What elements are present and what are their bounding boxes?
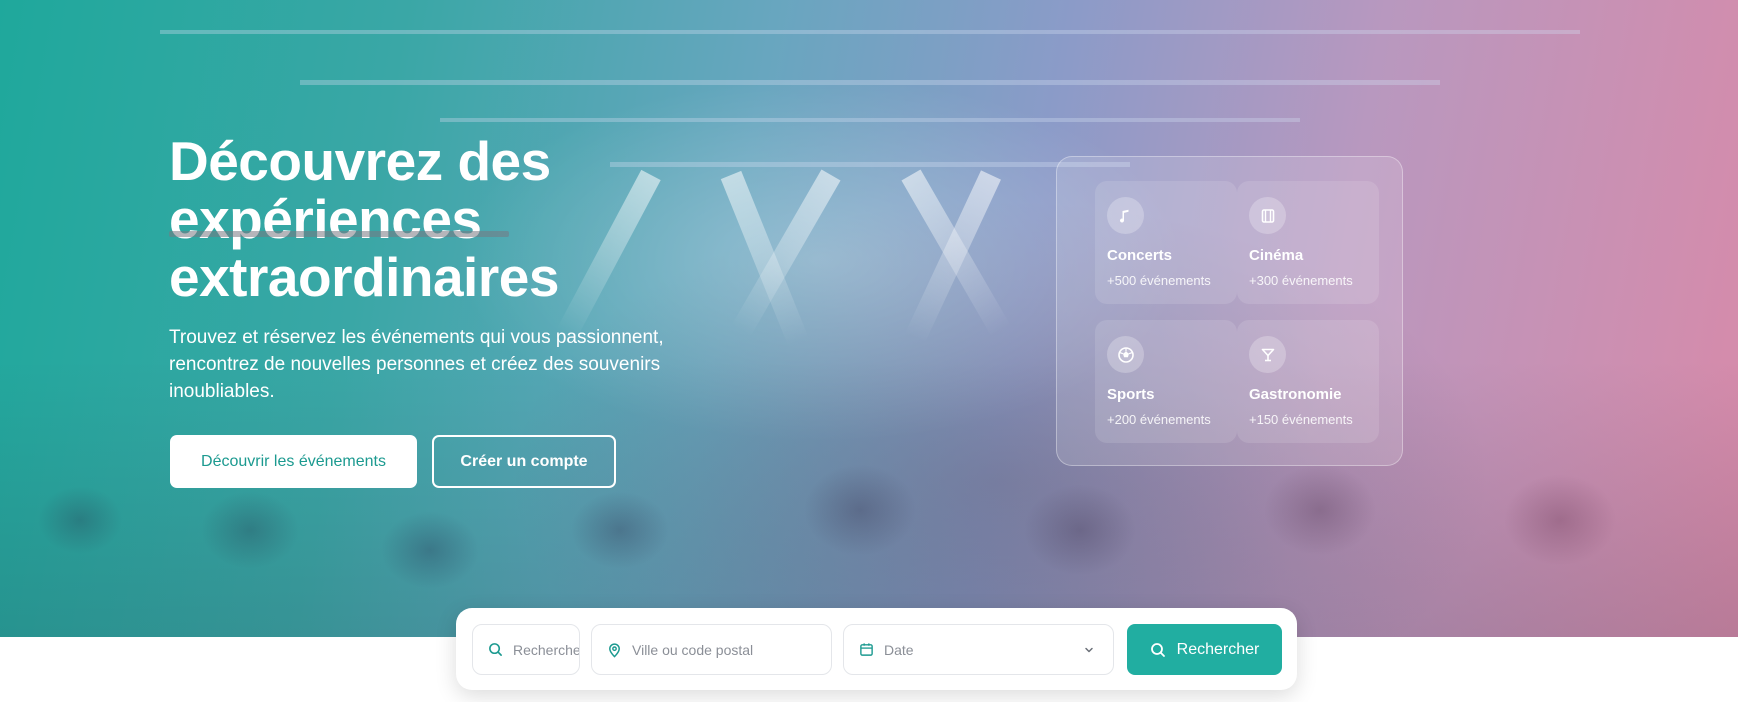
chevron-down-icon	[1083, 644, 1095, 656]
categories-panel: Concerts +500 événements Cinéma +300 évé…	[1056, 156, 1403, 466]
search-icon	[1150, 642, 1166, 658]
calendar-icon	[859, 642, 875, 658]
ball-icon	[1107, 336, 1144, 373]
category-name: Cinéma	[1249, 247, 1304, 264]
film-icon	[1249, 197, 1286, 234]
search-button[interactable]: Rechercher	[1127, 624, 1282, 675]
category-name: Concerts	[1107, 247, 1173, 264]
search-bar: Date Rechercher	[456, 608, 1297, 690]
search-icon	[488, 642, 504, 658]
hero-section: Découvrez des expériences extraordinaire…	[0, 0, 1738, 637]
create-account-button[interactable]: Créer un compte	[432, 435, 616, 488]
cocktail-glass-icon	[1249, 336, 1286, 373]
keyword-input[interactable]	[513, 641, 579, 658]
category-card-concerts[interactable]: Concerts +500 événements	[1095, 181, 1237, 304]
category-count: +500 événements	[1107, 273, 1211, 288]
category-count: +300 événements	[1249, 273, 1353, 288]
stage-truss	[440, 118, 1300, 122]
headline-line: expériences	[169, 188, 482, 250]
discover-events-button[interactable]: Découvrir les événements	[170, 435, 417, 488]
hero-headline: Découvrez des expériences extraordinaire…	[169, 132, 689, 306]
keyword-field[interactable]	[472, 624, 580, 675]
category-count: +200 événements	[1107, 412, 1211, 427]
map-pin-icon	[607, 642, 623, 658]
category-card-cinema[interactable]: Cinéma +300 événements	[1237, 181, 1379, 304]
category-count: +150 événements	[1249, 412, 1353, 427]
date-select-value: Date	[884, 641, 914, 658]
hero-subtitle: Trouvez et réservez les événements qui v…	[169, 327, 664, 402]
headline-line: Découvrez des	[169, 130, 551, 192]
search-button-label: Rechercher	[1176, 640, 1260, 658]
headline-line: extraordinaires	[169, 246, 559, 308]
date-select[interactable]: Date	[843, 624, 1114, 675]
category-card-sports[interactable]: Sports +200 événements	[1095, 320, 1237, 443]
location-input[interactable]	[632, 641, 831, 658]
category-card-gastronomie[interactable]: Gastronomie +150 événements	[1237, 320, 1379, 443]
stage-truss	[160, 30, 1580, 34]
category-name: Sports	[1107, 386, 1155, 403]
music-note-icon	[1107, 197, 1144, 234]
stage-truss	[300, 80, 1440, 85]
headline-underline	[169, 231, 509, 237]
location-field[interactable]	[591, 624, 832, 675]
category-name: Gastronomie	[1249, 386, 1342, 403]
